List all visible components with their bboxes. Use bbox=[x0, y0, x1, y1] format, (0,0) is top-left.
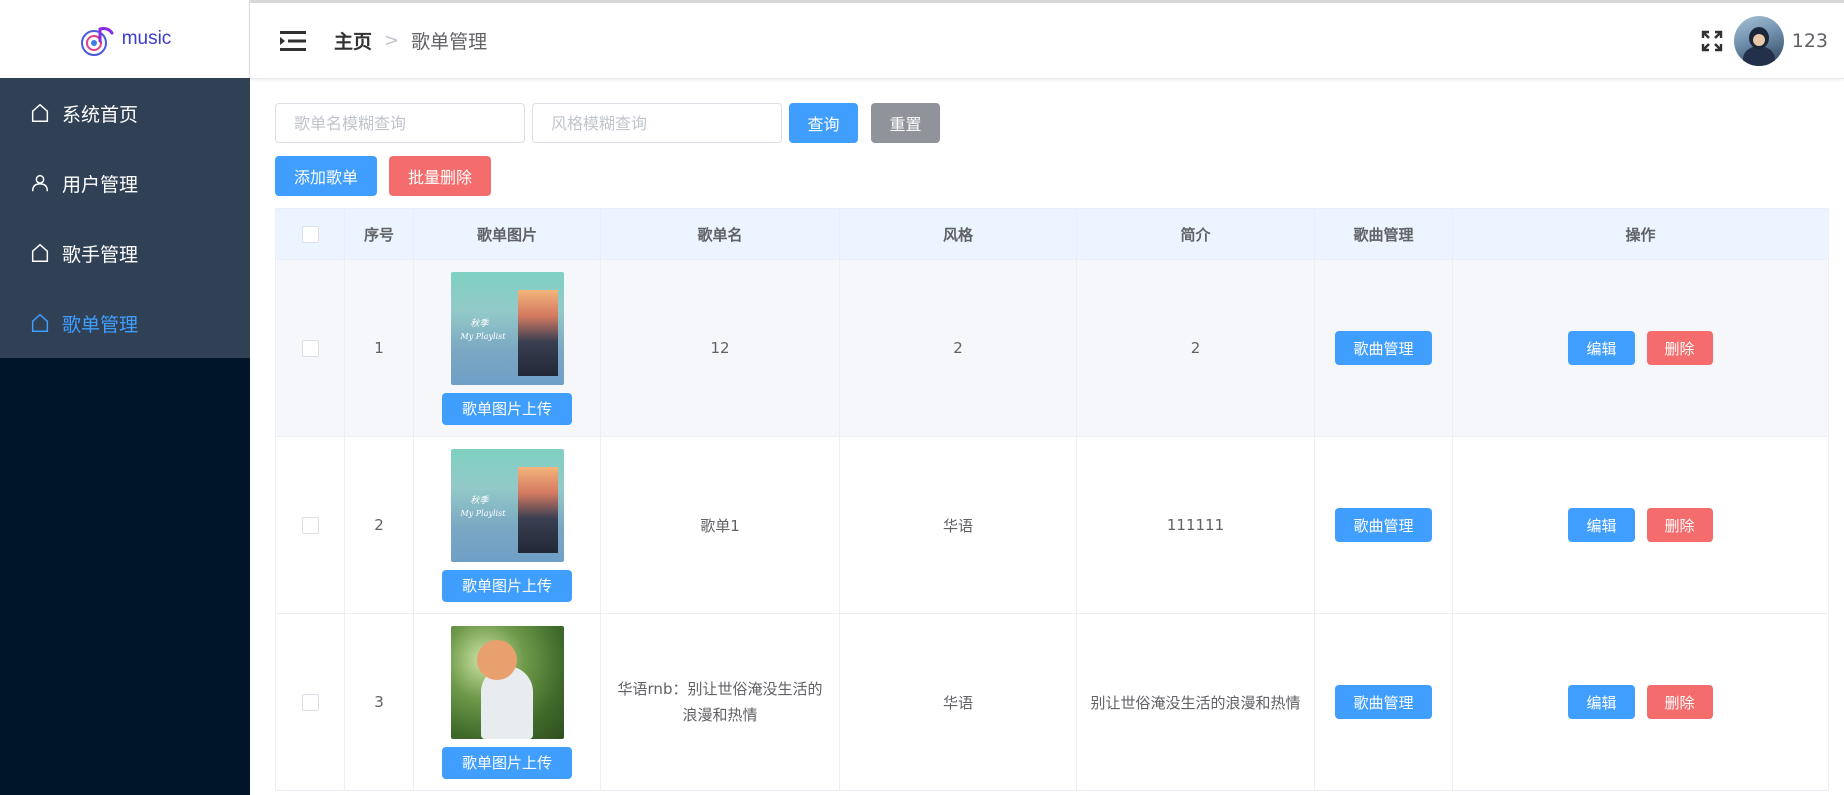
row-checkbox[interactable] bbox=[301, 340, 319, 357]
upload-cover-button[interactable]: 歌单图片上传 bbox=[442, 569, 572, 602]
playlist-cover-image bbox=[450, 625, 564, 739]
home-icon bbox=[28, 241, 52, 265]
row-index: 2 bbox=[344, 436, 414, 614]
row-index: 1 bbox=[344, 259, 414, 437]
app-root: music 系统首页 用户管理 歌手管理 歌单管理 主页 > 歌单管理 123 … bbox=[0, 0, 1844, 795]
playlist-table: 序号 歌单图片 歌单名 风格 简介 歌曲管理 操作 1 秋季 My Playli… bbox=[275, 208, 1829, 791]
logo-text: music bbox=[121, 28, 172, 49]
breadcrumb: 主页 > 歌单管理 bbox=[334, 27, 487, 54]
sidebar-item-label: 系统首页 bbox=[62, 103, 139, 126]
action-bar: 添加歌单 批量删除 bbox=[275, 156, 492, 196]
table-header-row: 序号 歌单图片 歌单名 风格 简介 歌曲管理 操作 bbox=[275, 208, 1829, 260]
playlist-cover-image: 秋季 My Playlist bbox=[450, 271, 564, 385]
playlist-name: 歌单1 bbox=[600, 436, 840, 614]
breadcrumb-current: 歌单管理 bbox=[411, 31, 488, 53]
song-manage-button[interactable]: 歌曲管理 bbox=[1335, 685, 1432, 719]
column-header: 歌单图片 bbox=[413, 208, 601, 260]
table-row: 2 秋季 My Playlist 歌单图片上传 歌单1 华语 111111 歌曲… bbox=[275, 436, 1829, 614]
column-header: 歌单名 bbox=[600, 208, 840, 260]
sidebar-item-label: 歌手管理 bbox=[62, 243, 139, 266]
playlist-style: 2 bbox=[839, 259, 1077, 437]
sidebar-menu: 系统首页 用户管理 歌手管理 歌单管理 bbox=[0, 78, 250, 358]
cover-cell: 秋季 My Playlist 歌单图片上传 bbox=[413, 436, 601, 614]
playlist-cover-image: 秋季 My Playlist bbox=[450, 448, 564, 562]
logo-bar[interactable]: music bbox=[0, 0, 250, 78]
delete-button[interactable]: 删除 bbox=[1646, 685, 1713, 719]
sidebar-item-users[interactable]: 用户管理 bbox=[0, 148, 250, 218]
cover-cell: 秋季 My Playlist 歌单图片上传 bbox=[413, 259, 601, 437]
sidebar-item-home[interactable]: 系统首页 bbox=[0, 78, 250, 148]
playlist-intro: 别让世俗淹没生活的浪漫和热情 bbox=[1076, 613, 1315, 791]
table-row: 1 秋季 My Playlist 歌单图片上传 12 2 2 歌曲管理 编辑 删… bbox=[275, 259, 1829, 437]
top-header: 主页 > 歌单管理 123 bbox=[250, 0, 1844, 79]
column-header: 序号 bbox=[344, 208, 414, 260]
style-search-input[interactable] bbox=[532, 103, 782, 143]
playlist-name: 华语rnb：别让世俗淹没生活的浪漫和热情 bbox=[600, 613, 840, 791]
breadcrumb-home[interactable]: 主页 bbox=[334, 27, 372, 54]
select-all-checkbox[interactable] bbox=[301, 226, 319, 243]
music-logo-icon bbox=[80, 27, 114, 56]
home-icon bbox=[28, 101, 52, 125]
home-icon bbox=[28, 311, 52, 335]
breadcrumb-separator: > bbox=[384, 30, 400, 51]
row-checkbox[interactable] bbox=[301, 517, 319, 534]
column-header: 风格 bbox=[839, 208, 1077, 260]
playlist-name-search-input[interactable] bbox=[275, 103, 525, 143]
batch-delete-button[interactable]: 批量删除 bbox=[389, 156, 492, 196]
search-bar: 查询 重置 bbox=[275, 103, 940, 143]
header-right: 123 bbox=[1700, 3, 1844, 79]
playlist-intro: 111111 bbox=[1076, 436, 1315, 614]
fullscreen-icon[interactable] bbox=[1700, 29, 1724, 53]
row-checkbox[interactable] bbox=[301, 694, 319, 711]
delete-button[interactable]: 删除 bbox=[1646, 331, 1713, 365]
playlist-intro: 2 bbox=[1076, 259, 1315, 437]
reset-button[interactable]: 重置 bbox=[871, 103, 940, 143]
sidebar-item-singers[interactable]: 歌手管理 bbox=[0, 218, 250, 288]
column-header: 操作 bbox=[1452, 208, 1829, 260]
cover-cell: 歌单图片上传 bbox=[413, 613, 601, 791]
column-header: 简介 bbox=[1076, 208, 1315, 260]
edit-button[interactable]: 编辑 bbox=[1568, 331, 1635, 365]
main-content: 查询 重置 添加歌单 批量删除 序号 歌单图片 歌单名 风格 简介 歌曲管理 bbox=[250, 79, 1844, 795]
edit-button[interactable]: 编辑 bbox=[1568, 508, 1635, 542]
delete-button[interactable]: 删除 bbox=[1646, 508, 1713, 542]
username[interactable]: 123 bbox=[1792, 30, 1828, 52]
upload-cover-button[interactable]: 歌单图片上传 bbox=[442, 392, 572, 425]
playlist-style: 华语 bbox=[839, 613, 1077, 791]
column-header: 歌曲管理 bbox=[1314, 208, 1453, 260]
sidebar: music 系统首页 用户管理 歌手管理 歌单管理 bbox=[0, 0, 250, 795]
query-button[interactable]: 查询 bbox=[789, 103, 858, 143]
user-icon bbox=[28, 171, 52, 195]
edit-button[interactable]: 编辑 bbox=[1568, 685, 1635, 719]
add-playlist-button[interactable]: 添加歌单 bbox=[275, 156, 378, 196]
playlist-style: 华语 bbox=[839, 436, 1077, 614]
upload-cover-button[interactable]: 歌单图片上传 bbox=[442, 746, 572, 779]
sidebar-item-playlists[interactable]: 歌单管理 bbox=[0, 288, 250, 358]
select-all-cell bbox=[275, 208, 345, 260]
row-index: 3 bbox=[344, 613, 414, 791]
sidebar-item-label: 用户管理 bbox=[62, 173, 139, 196]
sidebar-item-label: 歌单管理 bbox=[62, 313, 139, 336]
avatar[interactable] bbox=[1733, 16, 1784, 66]
song-manage-button[interactable]: 歌曲管理 bbox=[1335, 331, 1432, 365]
playlist-name: 12 bbox=[600, 259, 840, 437]
song-manage-button[interactable]: 歌曲管理 bbox=[1335, 508, 1432, 542]
menu-fold-icon[interactable] bbox=[278, 27, 310, 55]
table-row: 3 歌单图片上传 华语rnb：别让世俗淹没生活的浪漫和热情 华语 别让世俗淹没生… bbox=[275, 613, 1829, 791]
